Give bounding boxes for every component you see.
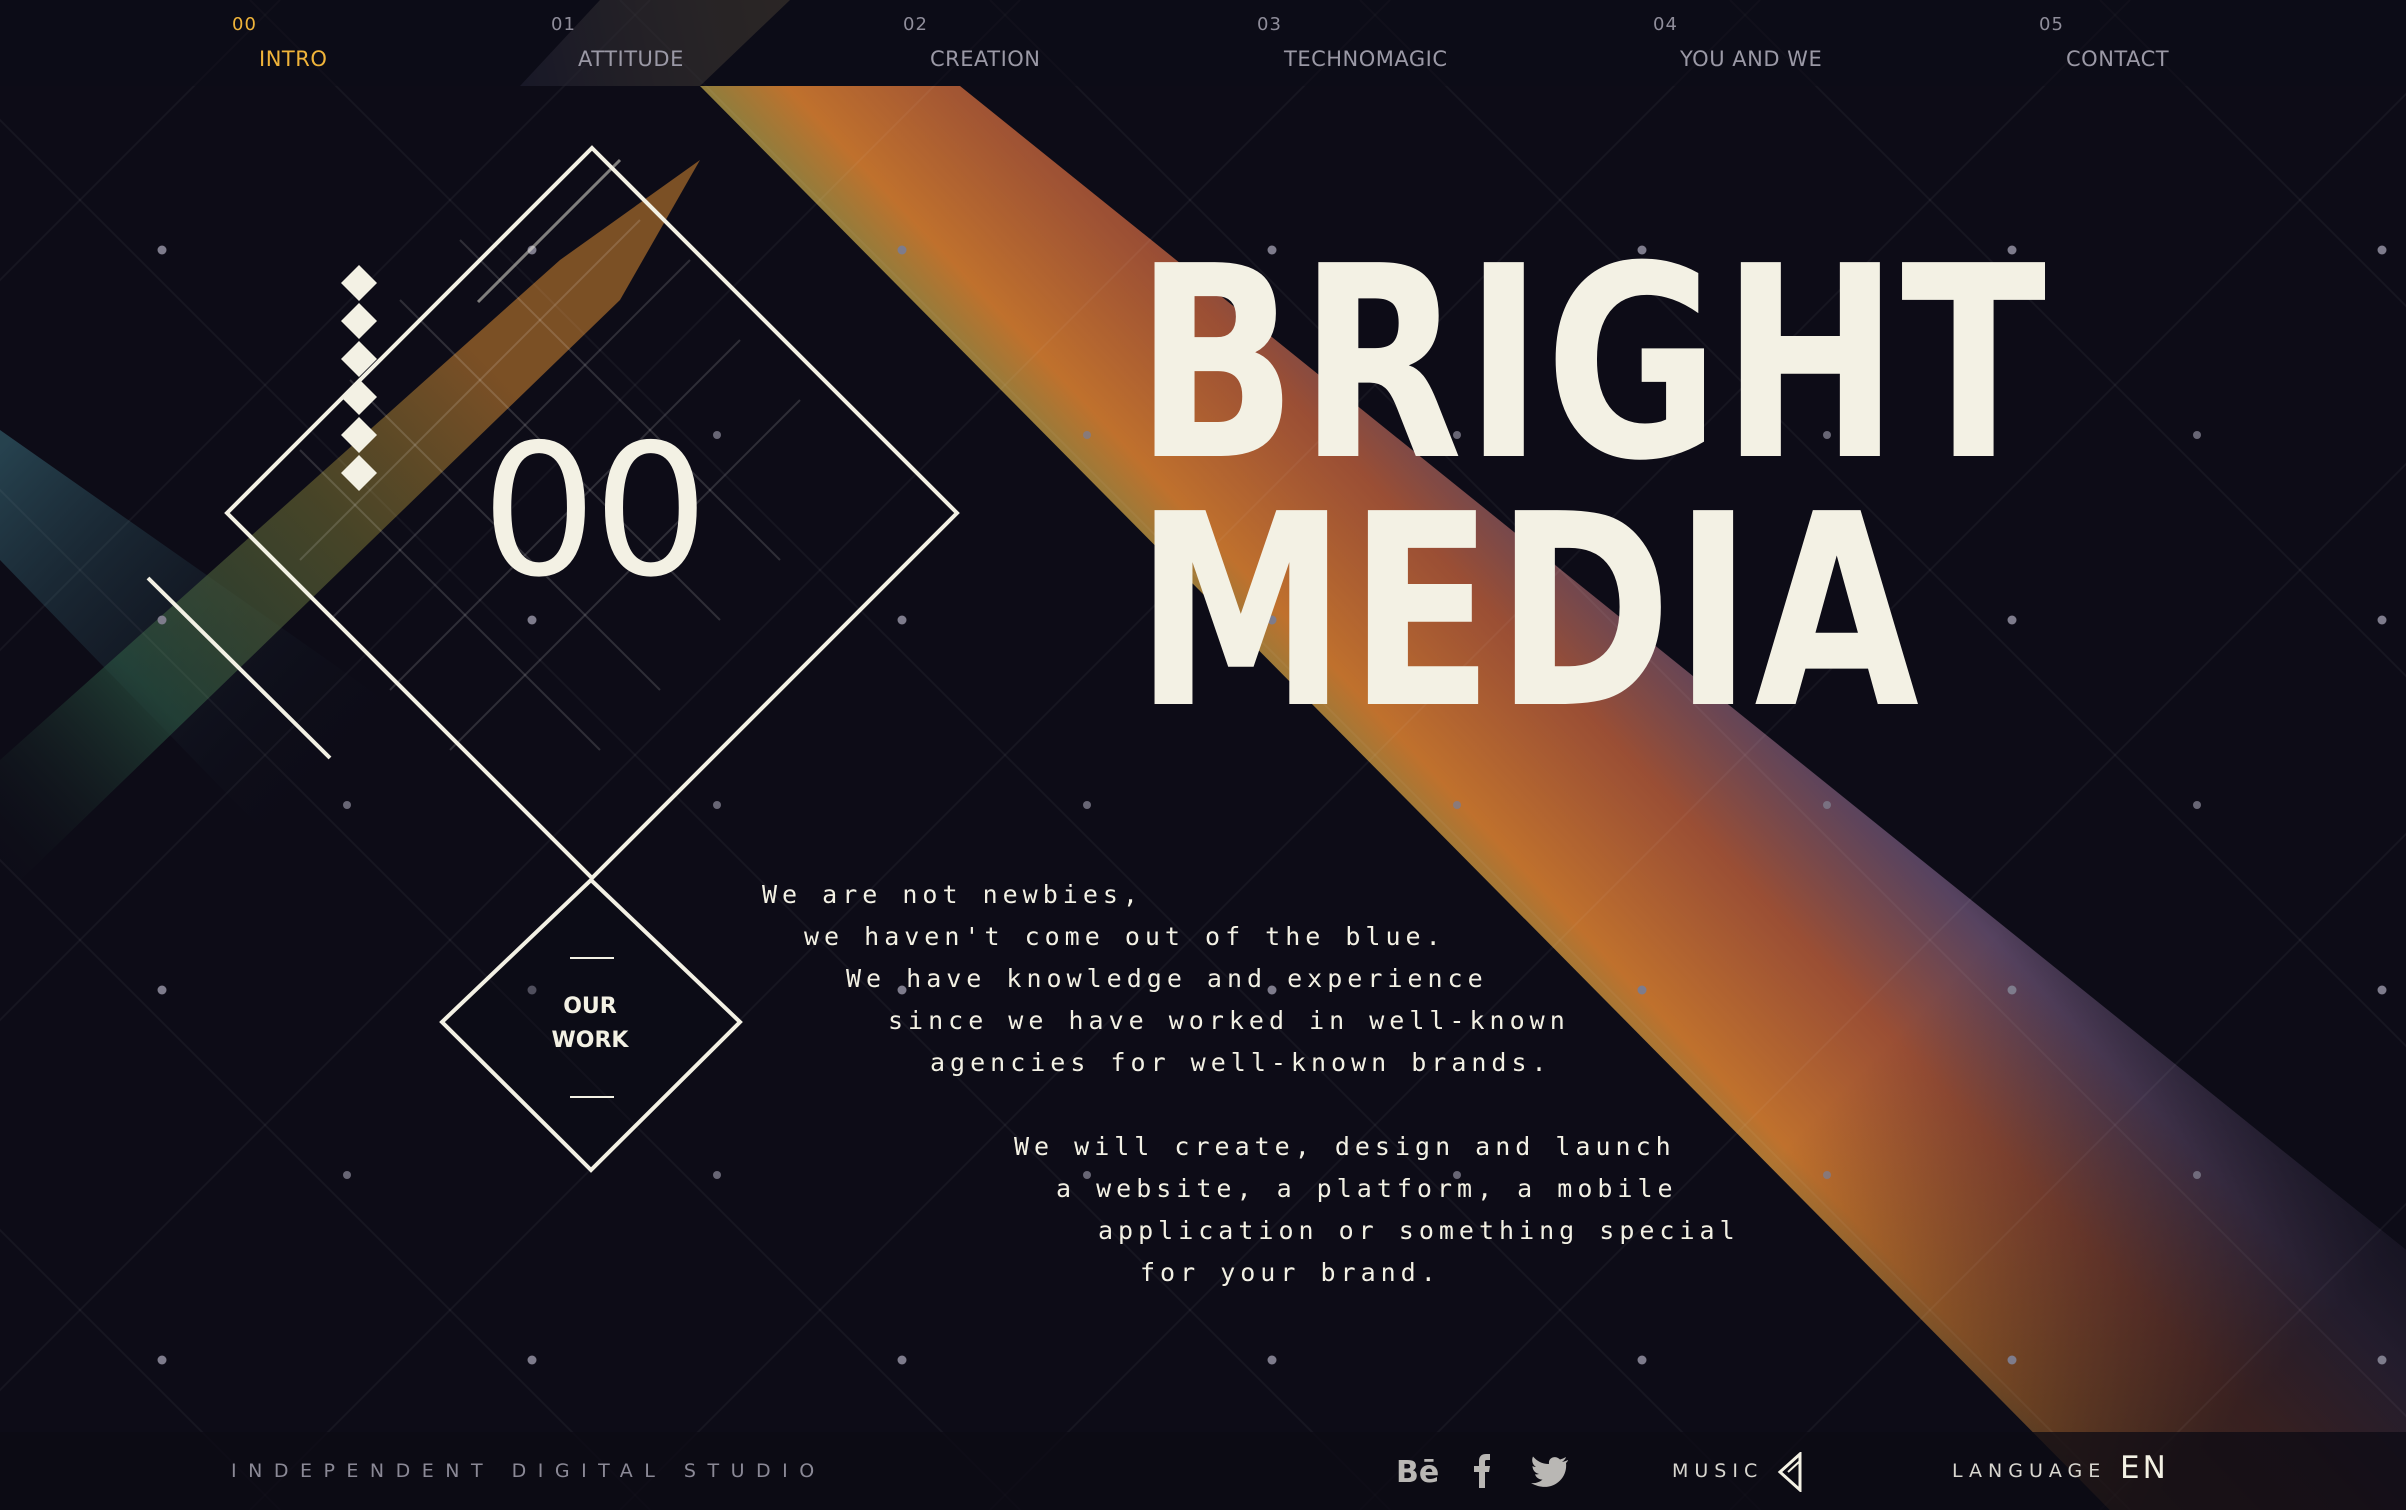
nav-number: 01: [551, 14, 576, 35]
nav-number: 05: [2039, 14, 2064, 35]
speaker-triangle-icon: [1776, 1450, 1806, 1496]
nav-item-contact[interactable]: 05 CONTACT: [2039, 14, 2169, 71]
twitter-icon[interactable]: [1530, 1450, 1570, 1492]
nav-label: INTRO: [259, 47, 328, 71]
nav-label: YOU AND WE: [1680, 47, 1823, 71]
nav-item-intro[interactable]: 00 INTRO: [232, 14, 327, 71]
language-label: LANGUAGE: [1952, 1460, 2107, 1482]
our-work-label: OUR WORK: [551, 994, 629, 1053]
headline-line-1: BRIGHT: [1135, 209, 2048, 519]
nav-label: CREATION: [930, 47, 1041, 71]
facebook-icon[interactable]: [1470, 1450, 1494, 1492]
studio-tagline: INDEPENDENT DIGITAL STUDIO: [231, 1460, 826, 1482]
copy-line: we haven't come out of the blue.: [804, 922, 1446, 951]
nav-label: CONTACT: [2066, 47, 2170, 71]
nav-number: 03: [1257, 14, 1282, 35]
nav-label: TECHNOMAGIC: [1284, 47, 1448, 71]
music-label: MUSIC: [1672, 1460, 1764, 1482]
top-navigation: 00 INTRO 01 ATTITUDE 02 CREATION 03 TECH…: [0, 0, 2406, 86]
copy-line: We will create, design and launch: [1014, 1132, 1676, 1161]
headline: BRIGHT MEDIA: [1135, 209, 2048, 767]
language-value[interactable]: EN: [2120, 1450, 2169, 1486]
nav-number: 00: [232, 14, 257, 35]
copy-line: application or something special: [1098, 1216, 1740, 1245]
copy-line: We are not newbies,: [762, 880, 1143, 909]
nav-item-technomagic[interactable]: 03 TECHNOMAGIC: [1257, 14, 1448, 71]
nav-label: ATTITUDE: [578, 47, 684, 71]
nav-item-attitude[interactable]: 01 ATTITUDE: [551, 14, 684, 71]
headline-line-2: MEDIA: [1135, 457, 1921, 767]
copy-line: for your brand.: [1140, 1258, 1441, 1287]
copy-line: since we have worked in well-known: [888, 1006, 1570, 1035]
copy-line: agencies for well-known brands.: [930, 1048, 1552, 1077]
svg-text:Bē: Bē: [1396, 1455, 1439, 1490]
our-work-button[interactable]: OUR WORK: [490, 940, 690, 1100]
nav-number: 04: [1653, 14, 1678, 35]
nav-number: 02: [903, 14, 928, 35]
copy-line: We have knowledge and experience: [846, 964, 1488, 993]
behance-icon[interactable]: Bē: [1394, 1450, 1440, 1492]
nav-item-you-and-we[interactable]: 04 YOU AND WE: [1653, 14, 1822, 71]
section-number: 00: [481, 405, 709, 617]
copy-line: a website, a platform, a mobile: [1056, 1174, 1678, 1203]
nav-item-creation[interactable]: 02 CREATION: [903, 14, 1041, 71]
